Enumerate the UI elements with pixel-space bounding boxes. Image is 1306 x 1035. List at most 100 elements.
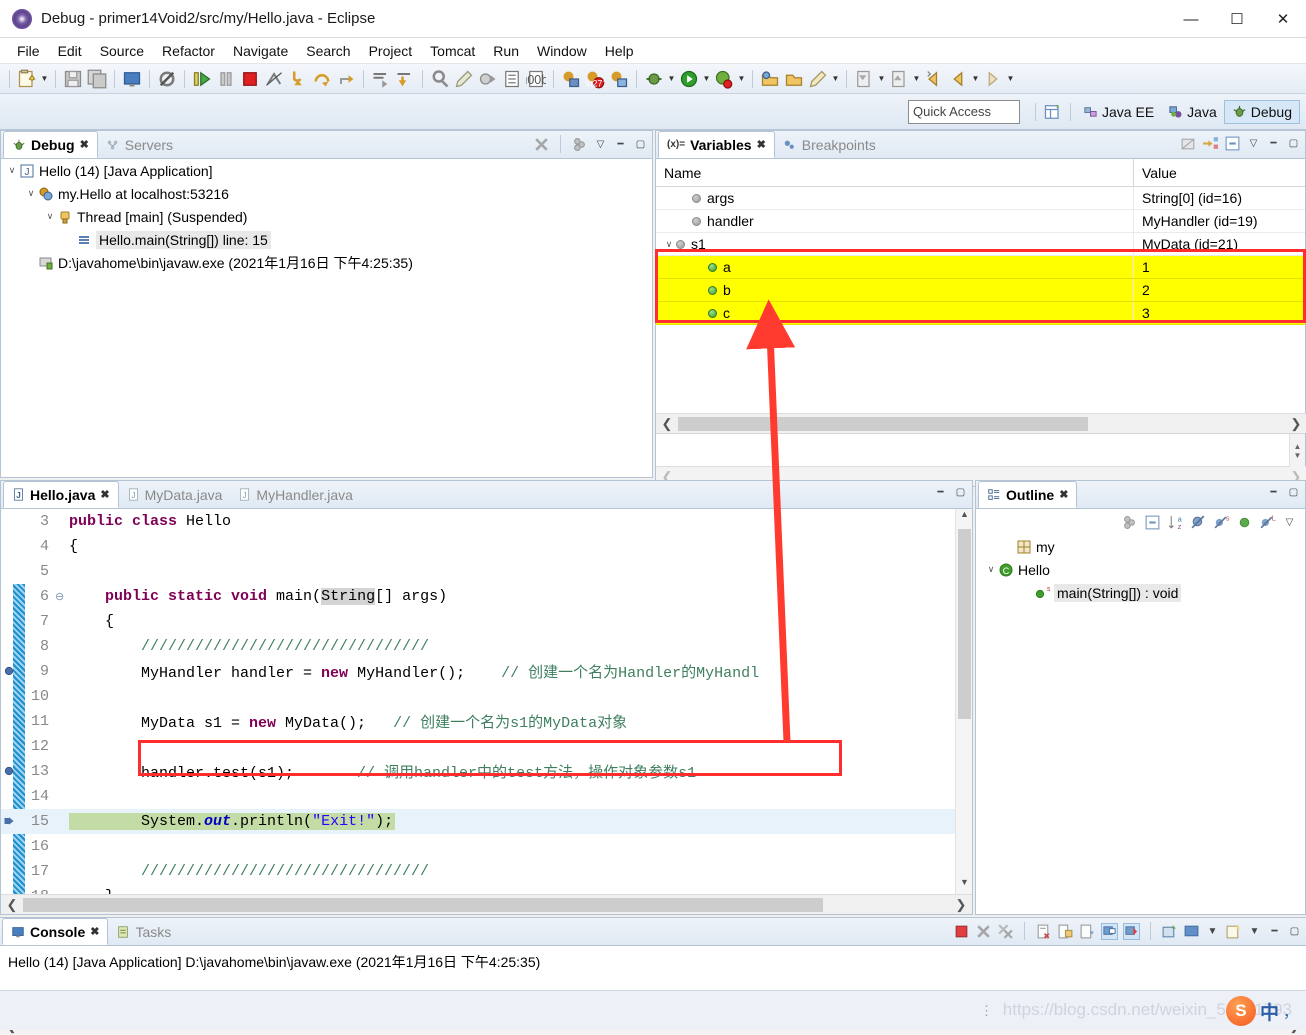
pilcrow-icon[interactable]: \u00b6 xyxy=(526,69,546,89)
code-line[interactable]: 17 //////////////////////////////// xyxy=(1,859,972,884)
code-line[interactable]: 8 //////////////////////////////// xyxy=(1,634,972,659)
code-line[interactable]: 15 System.out.println("Exit!"); xyxy=(1,809,972,834)
tab-servers[interactable]: Servers xyxy=(98,131,181,158)
detail-vertical-scrollbar[interactable]: ▲ ▼ xyxy=(1289,434,1305,467)
new-wizard-icon[interactable] xyxy=(17,69,37,89)
maximize-editor-icon[interactable]: ▢ xyxy=(953,485,968,500)
tree-twisty-icon[interactable]: ∨ xyxy=(662,239,676,250)
open-resource-icon[interactable] xyxy=(784,69,804,89)
debug-tree-row[interactable]: ∨ Thread [main] (Suspended) xyxy=(1,205,652,228)
scroll-thumb[interactable] xyxy=(678,416,1088,431)
toggle-mark-occurrences-icon[interactable] xyxy=(478,69,498,89)
code-lines[interactable]: 3 public class Hello 4{5 6 ⊖ public static v… xyxy=(1,509,972,909)
collapse-detail-icon[interactable] xyxy=(1180,135,1197,152)
tab-outline[interactable]: Outline ✖ xyxy=(978,481,1078,508)
scroll-up-icon[interactable]: ▲ xyxy=(1294,442,1302,451)
tree-twisty-icon[interactable]: ∨ xyxy=(43,211,57,222)
view-menu-icon[interactable]: ▽ xyxy=(593,137,608,152)
tab-tasks[interactable]: Tasks xyxy=(108,918,179,945)
code-line[interactable]: 12 xyxy=(1,734,972,759)
collapse-all-icon[interactable] xyxy=(1224,135,1241,152)
minimize-view-icon[interactable]: ━ xyxy=(1266,485,1281,500)
new-java-class-error-icon[interactable]: \u2715 xyxy=(585,69,605,89)
maximize-view-icon[interactable]: ▢ xyxy=(1286,485,1301,500)
tree-twisty-icon[interactable]: ∨ xyxy=(984,564,998,575)
perspective-java[interactable]: Java xyxy=(1161,101,1224,123)
hide-local-icon[interactable]: L xyxy=(1259,514,1276,531)
run-icon[interactable] xyxy=(679,69,699,89)
column-header-name[interactable]: Name xyxy=(656,159,1134,186)
scroll-left-icon[interactable]: ❮ xyxy=(1,897,23,913)
back-icon[interactable] xyxy=(948,69,968,89)
new-console-view-icon[interactable] xyxy=(1161,923,1178,940)
status-drag-handle[interactable]: ⋮ xyxy=(980,1003,995,1019)
menu-help[interactable]: Help xyxy=(596,41,643,61)
tab-myhandler-java[interactable]: J MyHandler.java xyxy=(230,481,361,508)
tree-twisty-icon[interactable]: ∨ xyxy=(5,165,19,176)
variable-row[interactable]: b2 xyxy=(656,279,1305,302)
debug-tree-row[interactable]: ∨ J Hello (14) [Java Application] xyxy=(1,159,652,182)
code-line[interactable]: 5 xyxy=(1,559,972,584)
breakpoint-icon[interactable] xyxy=(3,665,15,677)
code-line[interactable]: 11 MyData s1 = new MyData(); // 创建一个名为s1… xyxy=(1,709,972,734)
debug-tree-row[interactable]: ∨ my.Hello at localhost:53216 xyxy=(1,182,652,205)
step-by-step-icon[interactable] xyxy=(371,69,391,89)
scroll-down-icon[interactable]: ▼ xyxy=(956,877,972,894)
coverage-dropdown-icon[interactable] xyxy=(736,70,747,88)
save-all-icon[interactable] xyxy=(87,69,107,89)
view-menu-dots-icon[interactable] xyxy=(571,136,588,153)
perspective-debug[interactable]: Debug xyxy=(1223,99,1300,124)
variable-row[interactable]: ∨ s1 MyData (id=21) xyxy=(656,233,1305,256)
coverage-icon[interactable] xyxy=(714,69,734,89)
select-console-dropdown-icon[interactable]: ▼ xyxy=(1205,924,1220,939)
previous-annotation-icon[interactable] xyxy=(854,69,874,89)
forward-dropdown-icon[interactable] xyxy=(1005,70,1016,88)
menu-refactor[interactable]: Refactor xyxy=(153,41,224,61)
code-line[interactable]: 13 handler.test(s1); // 调用handler中的test方… xyxy=(1,759,972,784)
new-wizard-dropdown-icon[interactable] xyxy=(39,70,50,88)
tab-console[interactable]: Console ✖ xyxy=(2,918,109,945)
variables-table-body[interactable]: args String[0] (id=16) handler MyHandler (i… xyxy=(656,187,1305,325)
show-logical-structure-icon[interactable] xyxy=(1202,135,1219,152)
outline-tree-row[interactable]: ∨ C Hello xyxy=(976,558,1305,581)
ime-punctuation-label[interactable]: ， xyxy=(1283,1001,1298,1022)
outline-tree-row[interactable]: s main(String[]) : void xyxy=(976,581,1305,604)
next-annotation-dropdown-icon[interactable] xyxy=(911,70,922,88)
scroll-left-icon[interactable]: ❮ xyxy=(656,416,678,432)
debug-dropdown-icon[interactable] xyxy=(666,70,677,88)
menu-window[interactable]: Window xyxy=(528,41,596,61)
tab-variables[interactable]: (x)= Variables ✖ xyxy=(658,131,775,158)
select-console-icon[interactable] xyxy=(1183,923,1200,940)
new-java-project-icon[interactable] xyxy=(561,69,581,89)
previous-annotation-dropdown-icon[interactable] xyxy=(876,70,887,88)
collapse-all-icon[interactable] xyxy=(1144,514,1161,531)
disconnect-icon[interactable] xyxy=(264,69,284,89)
debug-tree-row[interactable]: D:\javahome\bin\javaw.exe (2021年1月16日 下午… xyxy=(1,251,652,274)
menu-search[interactable]: Search xyxy=(297,41,359,61)
scroll-thumb[interactable] xyxy=(23,897,823,912)
scroll-up-icon[interactable]: ▲ xyxy=(956,509,972,526)
remove-all-launches-icon[interactable] xyxy=(997,923,1014,940)
code-line[interactable]: 14 xyxy=(1,784,972,809)
public-dot-icon[interactable] xyxy=(1236,514,1253,531)
tab-breakpoints[interactable]: Breakpoints xyxy=(775,131,884,158)
menu-run[interactable]: Run xyxy=(484,41,528,61)
open-console-menu-icon[interactable] xyxy=(1225,923,1242,940)
tab-mydata-java[interactable]: J MyData.java xyxy=(119,481,231,508)
external-tools-icon[interactable] xyxy=(808,69,828,89)
variable-row[interactable]: a1 xyxy=(656,256,1305,279)
close-icon[interactable]: ✖ xyxy=(80,138,89,151)
close-icon[interactable]: ✖ xyxy=(1059,488,1068,501)
scroll-down-icon[interactable]: ▼ xyxy=(1294,451,1302,460)
ime-indicator[interactable]: S 中 ， xyxy=(1225,996,1298,1026)
sogou-ime-icon[interactable]: S xyxy=(1225,996,1256,1026)
menu-tomcat[interactable]: Tomcat xyxy=(421,41,484,61)
tree-twisty-icon[interactable]: ∨ xyxy=(24,188,38,199)
skip-breakpoints-icon[interactable] xyxy=(157,69,177,89)
variables-horizontal-scrollbar[interactable]: ❮ ❯ xyxy=(656,413,1306,433)
variable-row[interactable]: args String[0] (id=16) xyxy=(656,187,1305,210)
close-icon[interactable]: ✖ xyxy=(90,925,99,938)
close-icon[interactable]: ✖ xyxy=(757,138,766,151)
minimize-editor-icon[interactable]: ━ xyxy=(933,485,948,500)
debug-stack-tree[interactable]: ∨ J Hello (14) [Java Application] ∨ my.Hello… xyxy=(1,159,652,274)
